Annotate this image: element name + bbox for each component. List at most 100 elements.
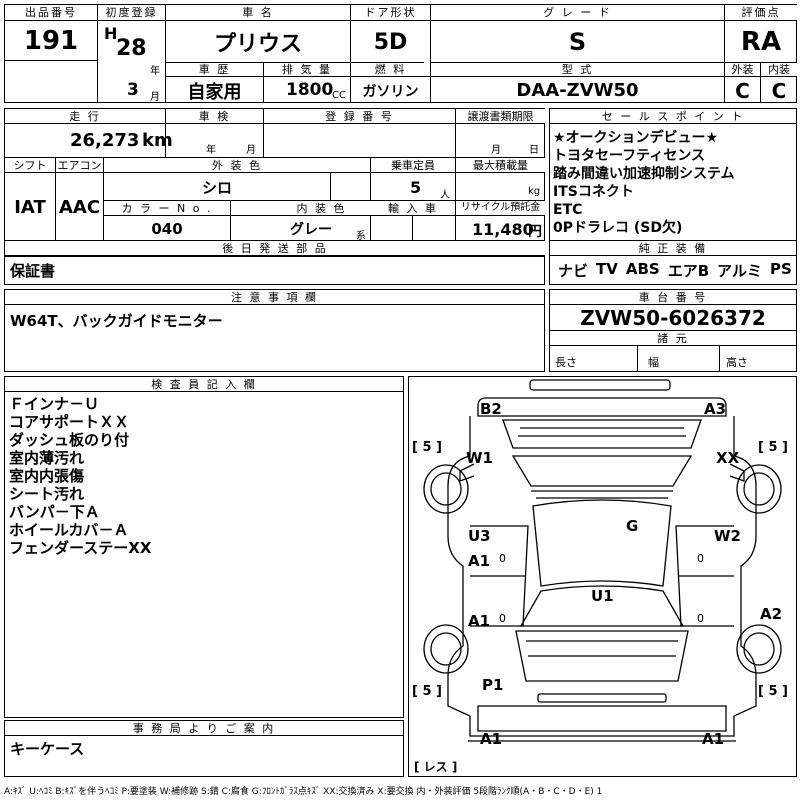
sales-label: セ ー ル ス ポ イ ン ト	[550, 109, 796, 124]
mark-a2: A2	[760, 605, 783, 623]
grade: S	[568, 28, 587, 56]
displacement: 1800	[286, 80, 334, 100]
equipment-label: 純 正 装 備	[550, 241, 796, 256]
notes-text: W64T、バックガイドモニター	[10, 312, 223, 330]
sales-points: ★オークションデビュー★ トヨタセーフティセンス 踏み間違い加速抑制システム I…	[553, 129, 793, 237]
month-unit: 月	[150, 92, 160, 103]
displacement-label: 排 気 量	[264, 63, 350, 77]
color-no-label: カ ラ ー N o .	[104, 201, 230, 216]
mark-a1-left-mid: A1	[468, 552, 491, 570]
mileage-unit: km	[142, 130, 173, 151]
lot-number: 191	[23, 26, 79, 56]
equipment-item: エアB	[667, 262, 710, 280]
year-unit: 年	[150, 66, 160, 77]
equipment-item: アルミ	[717, 262, 763, 280]
inspector-line: コアサポートＸＸ	[9, 413, 130, 431]
ac-label: エアコン	[56, 158, 103, 173]
zero-mark-right: 0	[697, 552, 704, 565]
recycle-label: リサイクル預託金	[456, 201, 545, 216]
mark-xx: XX	[716, 449, 740, 467]
sales-point: ★オークションデビュー★	[553, 130, 719, 146]
equipment-item: PS	[770, 260, 792, 278]
model: DAA-ZVW50	[516, 80, 639, 101]
door-type: 5D	[373, 29, 408, 55]
inspector-notes: Ｆインナ－Ｕ コアサポートＸＸ ダッシュ板のり付 室内薄汚れ 室内内張傷 シート…	[9, 395, 399, 557]
chassis-label: 車 台 番 号	[550, 290, 796, 305]
mark-b2: B2	[480, 400, 502, 418]
car-name: プリウス	[213, 32, 302, 57]
chassis-number: ZVW50-6026372	[580, 306, 766, 330]
load-unit: kg	[528, 186, 541, 197]
mark-w2: W2	[714, 527, 741, 545]
shift: IAT	[14, 196, 46, 218]
registration-label: 登 録 番 号	[264, 109, 455, 124]
door-label: ドア形状	[351, 5, 430, 21]
mark-w1: W1	[466, 449, 493, 467]
inspector-line: 室内薄汚れ	[9, 449, 85, 467]
import-label: 輸 入 車	[371, 201, 455, 216]
office-text: キーケース	[10, 740, 85, 758]
ext-label: 外装	[725, 63, 760, 77]
equipment-item: TV	[596, 260, 618, 278]
spec-width: 幅	[648, 356, 659, 369]
interior-color: グレー	[290, 221, 332, 238]
history-label: 車 歴	[166, 63, 263, 77]
shift-label: シフト	[5, 158, 55, 173]
tire-front-right: [ 5 ]	[758, 440, 788, 455]
reg-month: 3	[127, 80, 139, 100]
grade-label: グ レ ー ド	[431, 5, 724, 21]
inspector-line: シート汚れ	[9, 485, 85, 503]
office-label: 事 務 局 よ り ご 案 内	[5, 721, 403, 736]
mark-p1: P1	[482, 676, 504, 694]
ext-grade: C	[735, 78, 750, 103]
spare-tire: [ レス ]	[414, 760, 458, 774]
inspection-label: 車 検	[166, 109, 263, 124]
exterior-color: シロ	[201, 178, 232, 197]
inspector-line: ホイールカバ－Ａ	[9, 521, 129, 539]
inspection-month: 月	[246, 145, 256, 156]
int-label: 内装	[761, 63, 797, 77]
zero-mark-left: 0	[499, 552, 506, 565]
mark-g: G	[626, 517, 639, 535]
score-label: 評価点	[725, 5, 797, 21]
car-name-label: 車 名	[166, 5, 350, 21]
inspector-line: ダッシュ板のり付	[9, 431, 130, 449]
tire-rear-left: [ 5 ]	[412, 684, 442, 699]
history: 自家用	[187, 81, 242, 103]
capacity-label: 乗車定員	[371, 158, 455, 173]
sales-point: 踏み間違い加速抑制システム	[553, 166, 735, 182]
inspector-line: フェンダーステーXX	[9, 539, 152, 557]
spec-label: 諸 元	[550, 331, 796, 346]
tire-rear-right: [ 5 ]	[758, 684, 788, 699]
lot-label: 出品番号	[5, 5, 97, 21]
sales-point: トヨタセーフティセンス	[553, 148, 706, 164]
fuel-label: 燃 料	[351, 63, 430, 77]
notes-label: 注 意 事 項 欄	[5, 290, 544, 305]
inspector-line: バンパ－下Ａ	[9, 503, 100, 521]
mark-a1-left-low: A1	[468, 612, 491, 630]
reg-year: 28	[116, 36, 147, 61]
recycle-unit: 円	[528, 224, 542, 240]
spec-length: 長さ	[555, 356, 577, 369]
equipment-item: ABS	[625, 260, 660, 278]
int-grade: C	[771, 78, 787, 103]
mileage-label: 走 行	[5, 109, 165, 124]
mark-a1-bottom-right: A1	[702, 730, 725, 748]
ac: AAC	[58, 196, 101, 218]
sales-point: ITSコネクト	[553, 184, 634, 200]
inspector-line: 室内内張傷	[9, 467, 85, 485]
fuel: ガソリン	[362, 83, 419, 100]
color-no: 040	[151, 219, 183, 238]
score: RA	[740, 27, 782, 57]
later-parts: 保証書	[10, 262, 56, 280]
inspector-line: Ｆインナ－Ｕ	[9, 395, 100, 413]
legend: A:ｷｽﾞ U:ﾍｺﾐ B:ｷｽﾞを伴うﾍｺﾐ P:要塗装 W:補修跡 S:錆 …	[4, 787, 603, 797]
equipment-item: ナビ	[558, 262, 589, 280]
car-outline	[423, 379, 782, 742]
recycle-fee: 11,480	[472, 220, 534, 239]
zero-mark-left-low: 0	[499, 612, 506, 625]
mark-a1-bottom-left: A1	[480, 730, 503, 748]
deadline-label: 譲渡書類期限	[456, 109, 545, 124]
mark-u1: U1	[591, 587, 614, 605]
zero-mark-right-low: 0	[697, 612, 704, 625]
